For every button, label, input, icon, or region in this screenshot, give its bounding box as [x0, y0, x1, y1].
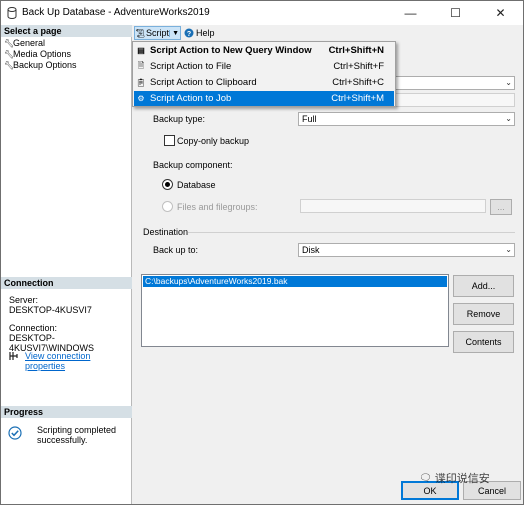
- maximize-button[interactable]: ☐: [433, 1, 478, 25]
- files-filegroups-field: [300, 199, 486, 213]
- minimize-icon: —: [404, 6, 417, 20]
- connection-header: Connection: [1, 277, 132, 289]
- menu-item-new-query-window[interactable]: ▤ Script Action to New Query Window Ctrl…: [134, 43, 394, 58]
- menu-item-shortcut: Ctrl+Shift+M: [331, 93, 384, 104]
- wechat-icon: 🗨︎: [419, 472, 432, 484]
- progress-header: Progress: [1, 406, 132, 418]
- script-label: Script: [146, 28, 170, 38]
- menu-item-label: Script Action to Clipboard: [150, 77, 257, 88]
- copy-only-checkbox[interactable]: [164, 135, 175, 146]
- server-label: Server:: [9, 295, 39, 305]
- file-icon: 🗎︎: [137, 60, 145, 70]
- database-radio-label: Database: [177, 180, 216, 190]
- toolbar: 📜︎ Script ▼ ? Help: [132, 25, 523, 41]
- help-button[interactable]: ? Help: [184, 26, 215, 40]
- title-bar: Back Up Database - AdventureWorks2019 — …: [1, 1, 523, 25]
- database-icon: [7, 7, 17, 19]
- backup-type-label: Backup type:: [153, 114, 206, 124]
- chevron-down-icon: ⌄: [505, 114, 512, 123]
- backup-database-dialog: Back Up Database - AdventureWorks2019 — …: [0, 0, 524, 505]
- clipboard-icon: 📋︎: [135, 78, 147, 87]
- script-button[interactable]: 📜︎ Script ▼: [134, 26, 181, 40]
- copy-only-label: Copy-only backup: [177, 136, 250, 146]
- chevron-down-icon: ⌄: [505, 245, 512, 254]
- close-button[interactable]: ✕: [478, 1, 523, 25]
- page-item-media-options[interactable]: 🔧︎ Media Options: [4, 49, 71, 59]
- page-label: Backup Options: [13, 60, 77, 70]
- connection-label: Connection:: [9, 323, 58, 333]
- job-icon: ⚙︎: [137, 94, 145, 103]
- backup-type-select[interactable]: Full ⌄: [298, 112, 515, 126]
- help-icon: ?: [184, 28, 194, 38]
- remove-button[interactable]: Remove: [453, 303, 514, 325]
- back-up-to-select[interactable]: Disk ⌄: [298, 243, 515, 257]
- progress-status: Scripting completed successfully.: [37, 425, 117, 445]
- wrench-icon: 🔧︎: [4, 60, 15, 70]
- left-pane: Select a page 🔧︎ General 🔧︎ Media Option…: [1, 25, 132, 504]
- browse-files-button[interactable]: ...: [490, 199, 512, 215]
- menu-item-label: Script Action to File: [150, 61, 232, 72]
- chevron-down-icon[interactable]: ▼: [169, 29, 179, 37]
- menu-item-shortcut: Ctrl+Shift+N: [328, 45, 384, 56]
- connection-properties-icon: [9, 352, 18, 360]
- list-item[interactable]: C:\backups\AdventureWorks2019.bak: [143, 276, 447, 287]
- menu-item-shortcut: Ctrl+Shift+C: [332, 77, 384, 88]
- back-up-to-label: Back up to:: [153, 245, 199, 255]
- server-value: DESKTOP-4KUSVI7: [9, 305, 92, 315]
- destination-divider: [188, 232, 515, 233]
- view-connection-properties-link[interactable]: View connection properties: [25, 351, 131, 371]
- script-icon: 📜︎: [135, 28, 146, 38]
- script-dropdown-menu: ▤ Script Action to New Query Window Ctrl…: [132, 41, 396, 107]
- page-label: Media Options: [13, 49, 72, 59]
- window-title: Back Up Database - AdventureWorks2019: [22, 7, 210, 18]
- connection-value: DESKTOP-4KUSVI7\WINDOWS: [9, 333, 95, 353]
- close-icon: ✕: [495, 6, 506, 20]
- menu-item-label: Script Action to Job: [150, 93, 232, 104]
- destination-listbox[interactable]: C:\backups\AdventureWorks2019.bak: [141, 274, 449, 347]
- help-label: Help: [196, 28, 215, 38]
- svg-text:?: ?: [187, 31, 191, 38]
- back-up-to-value: Disk: [302, 245, 320, 255]
- menu-item-clipboard[interactable]: 📋︎ Script Action to Clipboard Ctrl+Shift…: [134, 75, 394, 90]
- chevron-down-icon: ⌄: [505, 78, 512, 87]
- page-label: General: [13, 38, 46, 48]
- files-filegroups-radio[interactable]: [162, 201, 173, 212]
- new-query-icon: ▤: [137, 46, 145, 55]
- menu-item-shortcut: Ctrl+Shift+F: [333, 61, 384, 72]
- menu-item-label: Script Action to New Query Window: [150, 45, 312, 56]
- add-button[interactable]: Add...: [453, 275, 514, 297]
- watermark: 🗨︎ 谍印说信安: [419, 470, 490, 486]
- wrench-icon: 🔧︎: [4, 49, 15, 59]
- page-item-backup-options[interactable]: 🔧︎ Backup Options: [4, 60, 77, 70]
- backup-type-value: Full: [302, 114, 317, 124]
- menu-item-job[interactable]: ⚙︎ Script Action to Job Ctrl+Shift+M: [134, 91, 394, 106]
- watermark-text: 谍印说信安: [434, 473, 490, 485]
- backup-component-label: Backup component:: [153, 160, 233, 170]
- destination-label: Destination: [143, 227, 189, 237]
- maximize-icon: ☐: [450, 6, 461, 20]
- success-check-icon: [8, 426, 22, 440]
- page-item-general[interactable]: 🔧︎ General: [4, 38, 45, 48]
- contents-button[interactable]: Contents: [453, 331, 514, 353]
- wrench-icon: 🔧︎: [4, 38, 15, 48]
- minimize-button[interactable]: —: [388, 1, 433, 25]
- database-radio[interactable]: [162, 179, 173, 190]
- select-page-header: Select a page: [1, 25, 132, 37]
- files-filegroups-label: Files and filegroups:: [177, 202, 258, 212]
- menu-item-file[interactable]: 🗎︎ Script Action to File Ctrl+Shift+F: [134, 59, 394, 74]
